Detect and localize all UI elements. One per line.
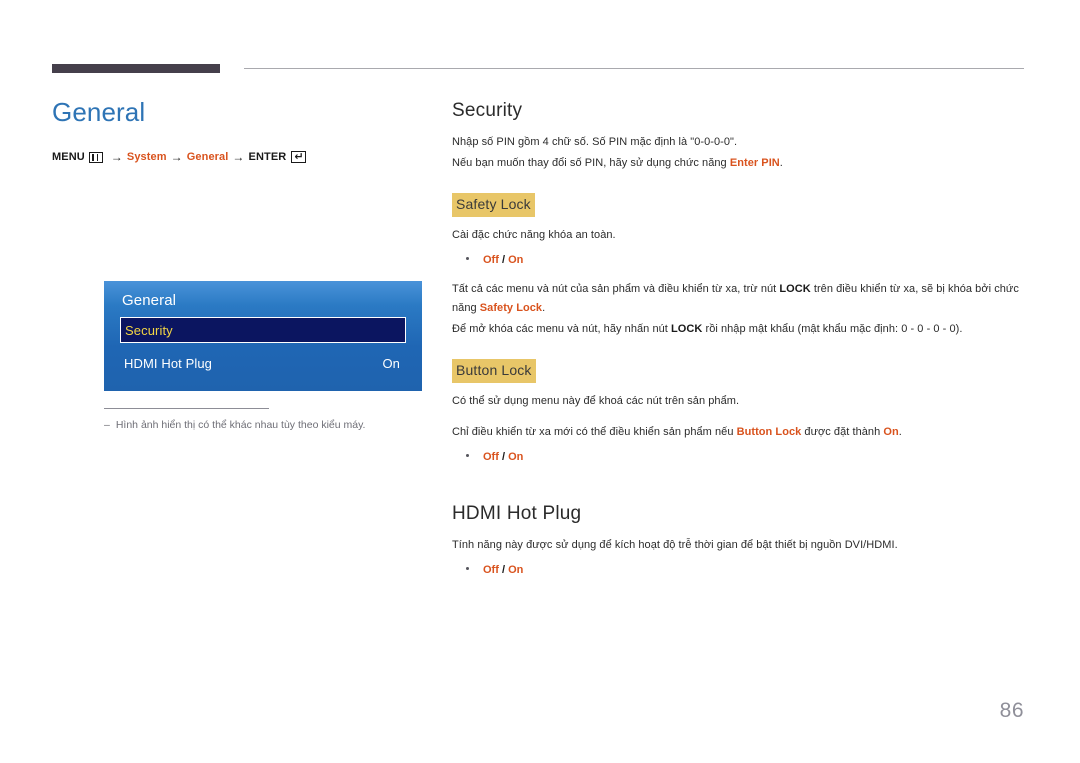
- safety-lock-p1-a: Tất cả các menu và nút của sản phẩm và đ…: [452, 283, 780, 295]
- section-heading-hdmi-hot-plug: HDMI Hot Plug: [452, 503, 582, 524]
- breadcrumb-menu-label: MENU: [52, 151, 85, 163]
- page-title: General: [52, 97, 146, 127]
- button-lock-options: Off / On: [452, 449, 1024, 465]
- hdmi-hot-plug-options-text: Off / On: [483, 562, 523, 578]
- menu-bars-icon: [88, 151, 103, 163]
- button-lock-p-a: Chỉ điều khiển từ xa mới có thể điều khi…: [452, 426, 737, 438]
- enter-return-icon: ↵: [291, 151, 307, 163]
- security-line-2-accent: Enter PIN: [729, 157, 780, 169]
- right-column: Security Nhập số PIN gồm 4 chữ số. Số PI…: [452, 98, 1024, 578]
- breadcrumb-item-system: System: [126, 151, 167, 163]
- breadcrumb-arrow-1: →: [110, 150, 123, 164]
- safety-lock-options-text: Off / On: [483, 252, 523, 268]
- osd-row-security[interactable]: Security: [120, 317, 406, 343]
- subsection-heading-button-lock: Button Lock: [452, 359, 536, 383]
- footnote-text: Hình ảnh hiển thị có thể khác nhau tùy t…: [115, 419, 366, 431]
- button-lock-p-e: .: [898, 426, 902, 438]
- security-line-2: Nếu bạn muốn thay đổi số PIN, hãy sử dụn…: [452, 154, 1024, 173]
- header-rule: [52, 64, 1024, 74]
- safety-lock-paragraph-2: Để mở khóa các menu và nút, hãy nhấn nút…: [452, 320, 1024, 339]
- option-on: On: [508, 564, 524, 576]
- safety-lock-desc: Cài đặc chức năng khóa an toàn.: [452, 229, 616, 241]
- option-separator: /: [498, 564, 509, 576]
- option-separator: /: [498, 254, 509, 266]
- option-off: Off: [483, 254, 499, 266]
- osd-title: General: [122, 292, 177, 309]
- safety-lock-options: Off / On: [452, 252, 1024, 268]
- breadcrumb: MENU → System → General → ENTER ↵: [52, 150, 412, 164]
- safety-lock-p1-accent: Safety Lock: [479, 302, 543, 314]
- option-separator: /: [498, 451, 509, 463]
- option-off: Off: [483, 451, 499, 463]
- breadcrumb-arrow-3: →: [232, 150, 245, 164]
- security-line-2-post: .: [779, 157, 783, 169]
- bullet-dot-icon: [466, 567, 469, 570]
- safety-lock-p2-c: rồi nhập mật khẩu (mật khẩu mặc định: 0 …: [702, 323, 963, 335]
- osd-row-label: HDMI Hot Plug: [124, 355, 212, 371]
- safety-lock-paragraph-1: Tất cả các menu và nút của sản phẩm và đ…: [452, 280, 1024, 318]
- osd-row-value: On: [382, 355, 400, 371]
- manual-page: General MENU → System → General → ENTER …: [0, 0, 1080, 763]
- safety-lock-p2-a: Để mở khóa các menu và nút, hãy nhấn nút: [452, 323, 671, 335]
- button-lock-p-c: được đặt thành: [801, 426, 884, 438]
- header-rule-thick: [52, 64, 220, 73]
- header-rule-thin: [244, 68, 1024, 69]
- osd-panel: General Security HDMI Hot Plug On: [104, 281, 422, 391]
- option-on: On: [508, 254, 524, 266]
- footnote-dash: ‒: [104, 419, 110, 431]
- subsection-heading-safety-lock: Safety Lock: [452, 193, 535, 217]
- safety-lock-p2-lock: LOCK: [671, 323, 703, 335]
- page-number: 86: [999, 699, 1024, 722]
- button-lock-paragraph: Chỉ điều khiển từ xa mới có thể điều khi…: [452, 423, 1024, 442]
- footnote: ‒ Hình ảnh hiển thị có thể khác nhau tùy…: [104, 418, 424, 432]
- option-on: On: [508, 451, 524, 463]
- safety-lock-p1-lock: LOCK: [779, 283, 811, 295]
- breadcrumb-arrow-2: →: [170, 150, 183, 164]
- safety-lock-p1-e: .: [542, 302, 546, 314]
- breadcrumb-item-general: General: [186, 151, 229, 163]
- breadcrumb-enter-label: ENTER: [248, 151, 287, 163]
- security-line-1: Nhập số PIN gồm 4 chữ số. Số PIN mặc địn…: [452, 136, 738, 148]
- osd-row-label: Security: [125, 322, 173, 338]
- button-lock-options-text: Off / On: [483, 449, 523, 465]
- security-line-2-pre: Nếu bạn muốn thay đổi số PIN, hãy sử dụn…: [452, 157, 730, 169]
- footnote-block: ‒ Hình ảnh hiển thị có thể khác nhau tùy…: [104, 408, 424, 432]
- osd-row-hdmi-hot-plug[interactable]: HDMI Hot Plug On: [120, 351, 406, 375]
- bullet-dot-icon: [466, 257, 469, 260]
- left-column: General MENU → System → General → ENTER …: [52, 96, 422, 431]
- button-lock-p-on: On: [883, 426, 899, 438]
- button-lock-p-accent: Button Lock: [736, 426, 802, 438]
- option-off: Off: [483, 564, 499, 576]
- button-lock-desc: Có thể sử dụng menu này để khoá các nút …: [452, 395, 740, 407]
- bullet-dot-icon: [466, 454, 469, 457]
- hdmi-hot-plug-options: Off / On: [452, 562, 1024, 578]
- footnote-divider: [104, 408, 269, 409]
- section-heading-security: Security: [452, 100, 523, 121]
- hdmi-hot-plug-desc: Tính năng này được sử dụng để kích hoạt …: [452, 539, 898, 551]
